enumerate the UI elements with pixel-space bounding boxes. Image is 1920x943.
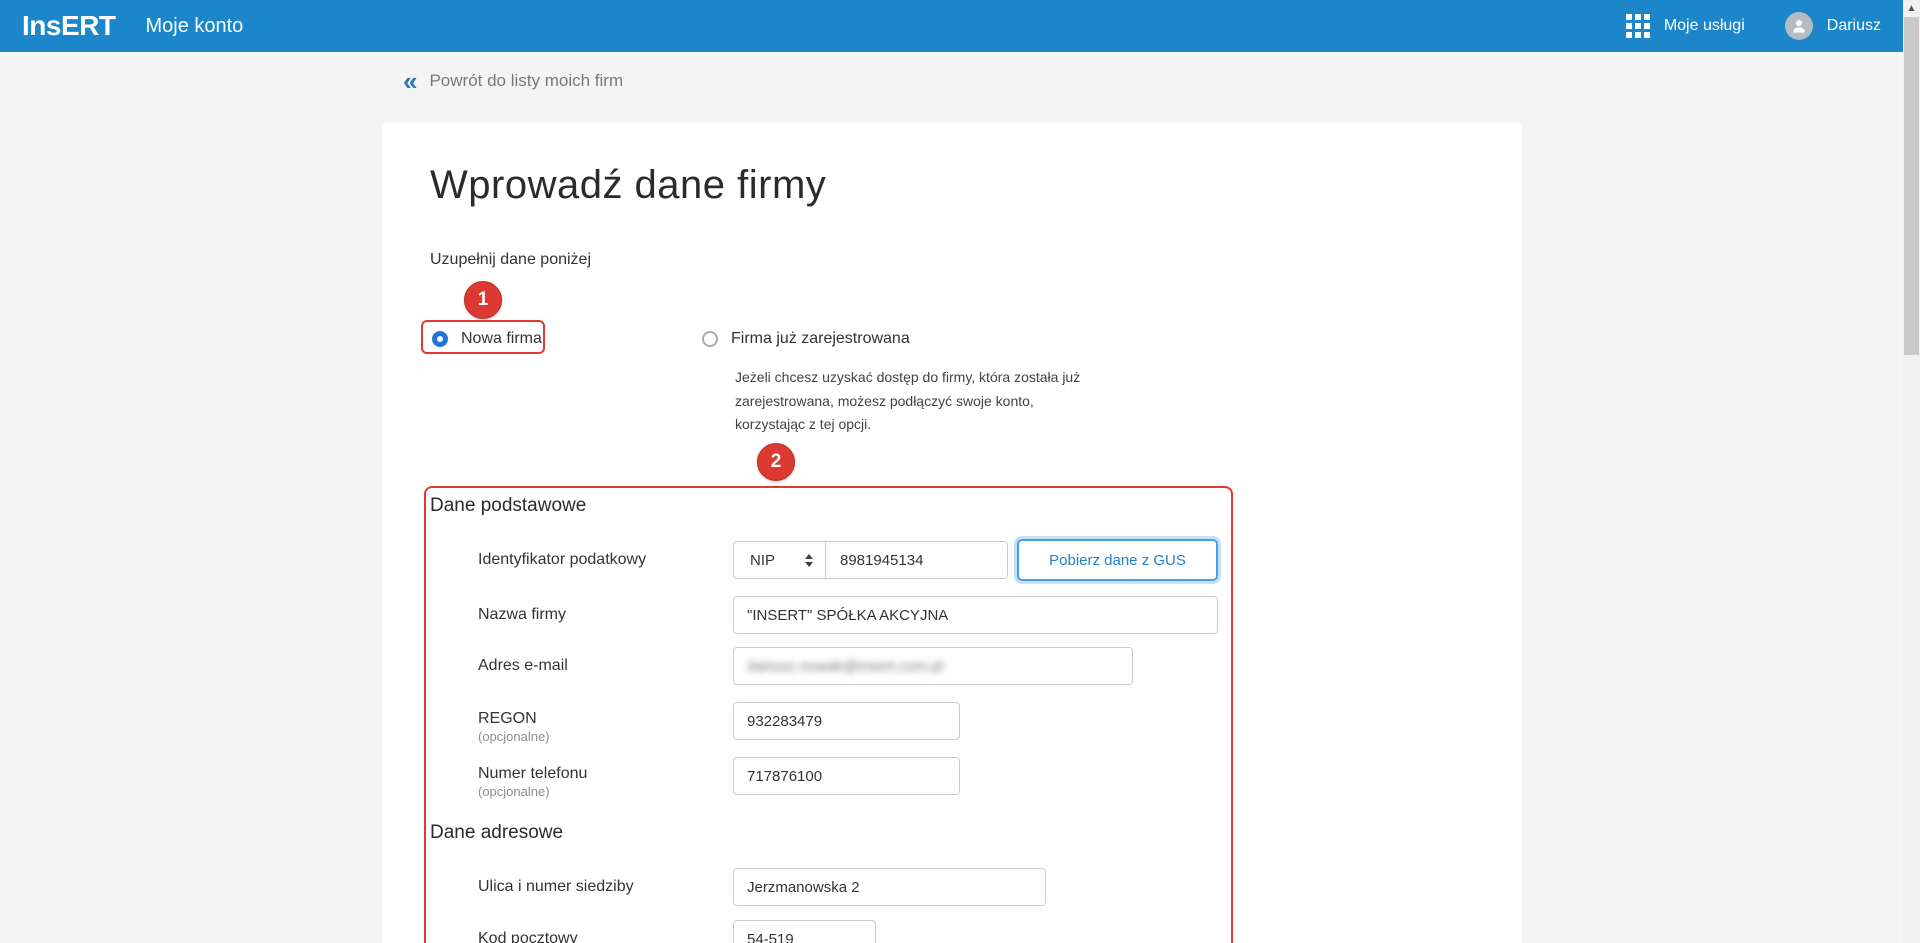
regon-input[interactable] <box>733 702 960 740</box>
annotation-badge-2: 2 <box>757 443 795 481</box>
regon-optional-label: (opcjonalne) <box>478 729 550 744</box>
topbar-right: Moje usługi Dariusz <box>1625 0 1881 52</box>
company-name-input[interactable] <box>733 596 1218 634</box>
user-avatar-icon[interactable] <box>1784 12 1813 40</box>
phone-optional-label: (opcjonalne) <box>478 784 550 799</box>
email-input[interactable]: dariusz.nowak@insert.com.pl <box>733 647 1133 685</box>
company-name-label: Nazwa firmy <box>478 606 567 623</box>
app-title: Moje konto <box>145 14 244 37</box>
scrollbar-thumb[interactable] <box>1904 17 1919 355</box>
phone-label: Numer telefonu <box>478 765 588 782</box>
street-label: Ulica i numer siedziby <box>478 878 634 895</box>
postal-code-label: Kod pocztowy <box>478 930 578 943</box>
back-to-companies-link[interactable]: « Powrót do listy moich firm <box>403 66 624 96</box>
annotation-badge-1: 1 <box>464 281 502 319</box>
person-icon <box>1792 20 1805 33</box>
radio-selected-icon[interactable] <box>432 331 448 347</box>
page-title: Wprowadź dane firmy <box>430 163 827 207</box>
phone-input[interactable] <box>733 757 960 795</box>
tax-id-number-input[interactable]: 8981945134 <box>826 542 1007 578</box>
tax-id-type-value: NIP <box>750 551 776 569</box>
regon-label: REGON <box>478 710 537 727</box>
radio-existing-company[interactable]: Firma już zarejestrowana <box>702 330 910 348</box>
back-link-label: Powrót do listy moich firm <box>429 71 624 90</box>
postal-code-input[interactable] <box>733 920 876 943</box>
radio-new-company-label: Nowa firma <box>461 330 542 347</box>
radio-new-company[interactable]: Nowa firma <box>432 330 542 348</box>
email-label: Adres e-mail <box>478 657 568 674</box>
existing-company-help-text: Jeżeli chcesz uzyskać dostęp do firmy, k… <box>735 369 1081 432</box>
street-input[interactable] <box>733 868 1046 906</box>
vertical-scrollbar[interactable]: ▲ <box>1903 0 1920 943</box>
apps-grid-icon[interactable] <box>1625 14 1650 38</box>
insert-logo[interactable]: InsERT <box>22 10 116 42</box>
tax-id-type-select[interactable]: NIP <box>734 542 826 578</box>
top-bar: InsERT Moje konto Moje usługi Dariusz <box>0 0 1903 52</box>
scrollbar-up-arrow-icon[interactable]: ▲ <box>1903 0 1920 17</box>
page-subtitle: Uzupełnij dane poniżej <box>430 251 591 268</box>
tax-id-label: Identyfikator podatkowy <box>478 551 647 568</box>
my-services-link[interactable]: Moje usługi <box>1664 17 1745 35</box>
fetch-gus-button[interactable]: Pobierz dane z GUS <box>1017 539 1218 581</box>
radio-unselected-icon[interactable] <box>702 331 718 347</box>
section-heading-address-data: Dane adresowe <box>430 822 564 843</box>
user-name-link[interactable]: Dariusz <box>1827 17 1881 35</box>
tax-id-group: NIP 8981945134 <box>733 541 1008 579</box>
double-chevron-left-icon: « <box>403 66 418 96</box>
section-heading-basic-data: Dane podstawowe <box>430 495 587 516</box>
select-stepper-icon <box>805 553 813 567</box>
radio-existing-company-label: Firma już zarejestrowana <box>731 330 910 347</box>
email-blurred-value: dariusz.nowak@insert.com.pl <box>747 657 944 675</box>
